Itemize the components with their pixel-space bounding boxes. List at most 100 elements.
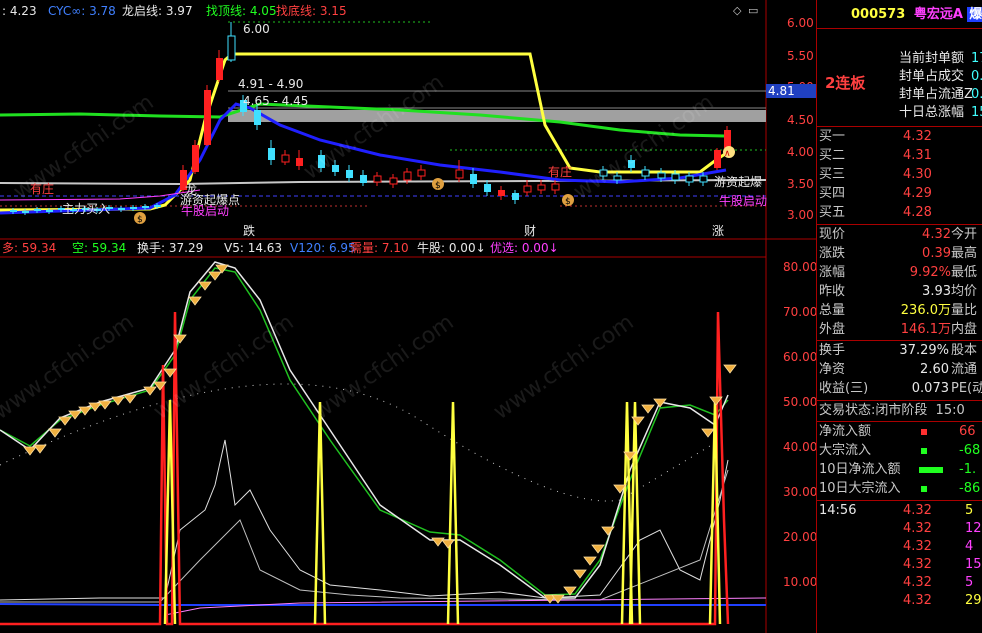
quote-value: 146.1万	[900, 322, 951, 337]
candle	[192, 145, 199, 172]
flow-label: 10日净流入额	[819, 462, 901, 477]
svg-text:www.cfchi.com: www.cfchi.com	[9, 90, 158, 205]
range-label-2: 4.65 - 4.45	[243, 94, 308, 108]
candle	[142, 206, 149, 208]
lower-indicator: 换手: 37.29	[137, 241, 203, 255]
diamond-signal-icon	[723, 364, 737, 374]
lower-axis-label: 30.00	[783, 485, 817, 499]
flow-bar	[921, 429, 927, 435]
candle	[671, 173, 680, 181]
quote2-label-2: 流通	[951, 362, 978, 377]
candle	[470, 174, 477, 184]
candle	[498, 190, 505, 196]
candle	[537, 184, 546, 191]
price-axis-label: 5.50	[787, 49, 814, 63]
lower-axis-label: 10.00	[783, 575, 817, 589]
quote-label-2: 内盘	[951, 322, 978, 337]
flow-value: -68	[959, 443, 981, 458]
lower-indicator: 优选: 0.00↓	[490, 241, 559, 255]
diamond-signal-icon	[23, 446, 37, 456]
flow-value: -86	[959, 481, 981, 496]
candle	[512, 193, 519, 200]
candle	[216, 58, 223, 80]
lower-indicator: 需量: 7.10	[350, 241, 409, 255]
quote-label: 总量	[819, 303, 846, 318]
order-book-label: 买二	[819, 148, 846, 163]
tick-volume: 29	[965, 593, 982, 608]
tick-price: 4.32	[903, 557, 932, 572]
svg-text:www.cfchi.com: www.cfchi.com	[0, 310, 139, 425]
candle	[403, 171, 412, 181]
candle	[484, 184, 491, 192]
order-book-label: 买五	[819, 205, 846, 220]
candle	[699, 175, 708, 183]
candle	[227, 35, 236, 61]
svg-text:www.cfchi.com: www.cfchi.com	[309, 310, 458, 425]
tick-price: 4.32	[903, 503, 932, 518]
quote-value: 4.32	[922, 227, 951, 242]
svg-text:www.cfchi.com: www.cfchi.com	[569, 90, 718, 205]
diamond-signal-icon	[591, 544, 605, 554]
candle	[417, 169, 426, 177]
quote-value: 9.92%	[909, 265, 951, 280]
diamond-signal-icon	[701, 428, 715, 438]
lower-indicator: V5: 14.63	[224, 241, 282, 255]
lower-axis-label: 50.00	[783, 395, 817, 409]
money-bag-icon: $	[562, 194, 574, 207]
quote2-value: 37.29%	[899, 343, 949, 358]
diamond-signal-icon	[441, 539, 455, 549]
candle	[154, 205, 161, 207]
annotation-explode: 游资起爆	[714, 175, 762, 189]
seal-label: 十日总涨幅	[899, 105, 965, 120]
diamond-signal-icon	[601, 526, 615, 536]
candle	[46, 210, 53, 212]
candle	[551, 183, 560, 191]
diamond-signal-icon	[551, 594, 565, 604]
quote2-label-2: PE(动)	[951, 381, 982, 396]
svg-text:www.cfchi.com: www.cfchi.com	[489, 310, 638, 425]
quote-value: 0.39	[922, 246, 951, 261]
seal-value: 17	[971, 51, 982, 66]
diamond-icon[interactable]: ◇	[733, 4, 742, 17]
candle	[657, 172, 666, 179]
trade-state-label: 交易状态:	[819, 403, 876, 418]
flow-value: 66	[959, 424, 976, 439]
lower-indicator: 多: 59.34	[2, 241, 56, 255]
order-book-label: 买四	[819, 186, 846, 201]
candle	[281, 154, 290, 163]
annotation-bull-start: 牛股启动	[181, 203, 229, 218]
quote-label-2: 最高	[951, 246, 978, 261]
diamond-signal-icon	[58, 416, 72, 426]
arrow-up-icon: ∧	[723, 146, 735, 159]
seal-value: 0.	[971, 69, 982, 84]
top-indicator: CYC∞: 3.78	[48, 4, 116, 18]
candle	[346, 170, 353, 178]
quote2-label: 净资	[819, 362, 846, 377]
diamond-signal-icon	[641, 404, 655, 414]
candle	[685, 175, 694, 183]
quote-label: 外盘	[819, 322, 846, 337]
candle	[455, 169, 464, 179]
candle	[254, 110, 261, 125]
seal-value: 0.	[971, 87, 982, 102]
quote2-label: 收益(三)	[819, 381, 869, 396]
diamond-signal-icon	[123, 394, 137, 404]
order-book-price: 4.28	[903, 205, 932, 220]
quote-value: 236.0万	[900, 303, 951, 318]
lower-indicator: 牛股: 0.00↓	[417, 240, 486, 255]
svg-text:$: $	[565, 197, 571, 207]
flow-bar	[919, 467, 943, 473]
menu-icon[interactable]: ▭	[748, 4, 758, 17]
flow-label: 净流入额	[819, 424, 872, 439]
order-book-label: 买三	[819, 167, 846, 182]
quote2-value: 2.60	[920, 362, 949, 377]
annotation-buy: 主力买入	[62, 202, 110, 216]
money-bag-icon: $	[134, 212, 146, 225]
tick-volume: 12	[965, 521, 982, 536]
svg-text:$: $	[137, 215, 143, 225]
lower-indicator: 空: 59.34	[72, 241, 126, 255]
candle	[10, 210, 17, 212]
lower-indicator: V120: 6.95	[290, 241, 356, 255]
seal-label: 封单占流通Z	[899, 87, 973, 102]
high-label: 6.00	[243, 22, 270, 36]
